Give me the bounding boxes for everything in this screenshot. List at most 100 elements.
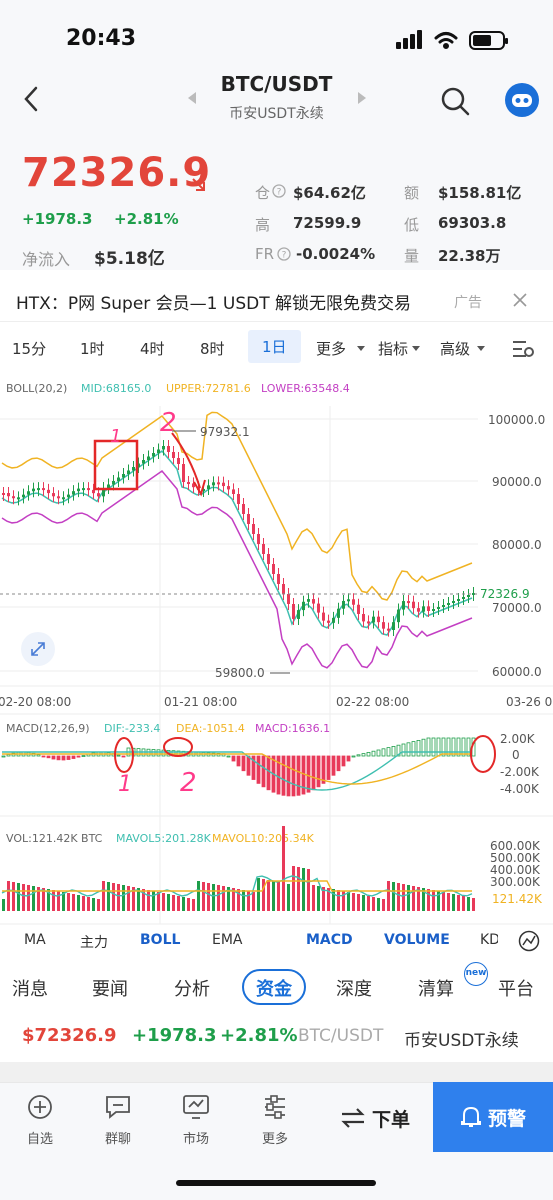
indicator-main-force[interactable]: 主力: [80, 932, 108, 952]
tab-1h[interactable]: 1时: [80, 338, 105, 359]
y-tick: 60000.0: [492, 665, 542, 679]
candle: [312, 599, 315, 604]
candle: [447, 603, 450, 605]
footer-change: +1978.3: [132, 1025, 217, 1046]
chart-settings-icon[interactable]: [512, 338, 536, 360]
macd-bar: [381, 748, 386, 757]
search-icon[interactable]: [440, 86, 470, 116]
footer-change-pct: +2.81%: [220, 1025, 298, 1046]
candle: [212, 482, 215, 486]
macd-bar: [376, 749, 381, 757]
candle: [47, 489, 50, 494]
volume-bar: [162, 893, 165, 911]
tab-4h[interactable]: 4时: [140, 338, 165, 359]
volume-bar: [282, 826, 285, 911]
volume-bar: [167, 894, 170, 911]
info-tab-news[interactable]: 消息: [12, 975, 48, 1001]
macd-bar: [46, 755, 51, 759]
macd-bar: [246, 755, 251, 776]
candle: [412, 601, 415, 609]
info-tab-funds[interactable]: 资金: [256, 975, 292, 1001]
nav-watchlist[interactable]: 自选: [10, 1128, 70, 1147]
macd-bar: [116, 754, 121, 757]
macd-annot-label-1: 1: [118, 772, 132, 797]
macd-bar: [266, 755, 271, 791]
info-tab-analysis[interactable]: 分析: [174, 975, 210, 1001]
chevron-down-icon: [357, 346, 365, 351]
candle: [42, 488, 45, 491]
chevron-down-icon: [412, 346, 420, 351]
annotation-label-2: 2: [160, 408, 177, 438]
candle: [267, 554, 270, 564]
indicator-boll[interactable]: BOLL: [140, 932, 180, 948]
macd-bar: [51, 755, 56, 760]
indicator-volume[interactable]: VOLUME: [384, 932, 450, 948]
candle: [72, 491, 75, 495]
tab-15m[interactable]: 15分: [12, 338, 46, 359]
vol-label: VOL:121.42K BTC: [6, 832, 103, 845]
volume-bar: [337, 890, 340, 911]
volume-bar: [12, 882, 15, 911]
indicator-kd[interactable]: KD: [480, 932, 498, 948]
candle: [302, 601, 305, 611]
chart-type-icon[interactable]: [518, 930, 540, 952]
macd-y-tick: 2.00K: [500, 732, 536, 746]
candle: [17, 497, 20, 500]
macd-bar: [341, 755, 346, 767]
macd-bar: [121, 755, 126, 758]
volume-bar: [472, 898, 475, 911]
macd-dea: DEA:-1051.4: [176, 722, 245, 735]
volume-bar: [362, 895, 365, 911]
info-tab-liquidation[interactable]: 清算: [418, 975, 454, 1001]
volume-bar: [277, 882, 280, 911]
sliders-icon[interactable]: [262, 1094, 288, 1120]
chat-icon[interactable]: [104, 1094, 132, 1120]
next-pair-icon[interactable]: [356, 90, 368, 106]
robot-avatar-icon[interactable]: [504, 82, 540, 118]
candle: [117, 477, 120, 481]
macd-bar: [281, 755, 286, 796]
arrow-down-right-icon: [192, 178, 205, 191]
indicator-ema[interactable]: EMA: [212, 932, 243, 948]
candle: [377, 616, 380, 623]
kline-chart[interactable]: BOLL(20,2) MID:68165.0 UPPER:72781.6 LOW…: [0, 376, 553, 928]
volume-bar: [207, 883, 210, 911]
high-label: 高: [255, 216, 271, 234]
candle: [392, 622, 395, 630]
pair-title: BTC/USDT: [220, 72, 333, 96]
candle: [217, 482, 220, 485]
oi-value: $64.62亿: [293, 184, 366, 202]
candle: [327, 620, 330, 623]
wifi-icon: [434, 32, 458, 49]
nav-group-chat[interactable]: 群聊: [88, 1128, 148, 1147]
candle: [407, 601, 410, 604]
nav-more[interactable]: 更多: [245, 1128, 305, 1147]
close-icon[interactable]: [512, 292, 528, 308]
tab-8h[interactable]: 8时: [200, 338, 225, 359]
indicator-macd[interactable]: MACD: [306, 932, 353, 948]
candle: [107, 484, 110, 488]
mavol5-label: MAVOL5:201.28K: [116, 832, 212, 845]
volume-bar: [192, 899, 195, 911]
indicator-ma[interactable]: MA: [24, 932, 46, 948]
monitor-chart-icon[interactable]: [182, 1094, 210, 1120]
tab-1d[interactable]: 1日: [248, 330, 301, 363]
volume-bar: [157, 892, 160, 911]
nav-market[interactable]: 市场: [166, 1128, 226, 1147]
order-button[interactable]: 下单: [372, 1105, 410, 1132]
volume-bar: [22, 884, 25, 911]
fr-value: -0.0024%: [296, 245, 376, 263]
oi-label: 仓: [255, 184, 271, 202]
tab-more[interactable]: 更多: [316, 338, 346, 359]
volume-bar: [7, 881, 10, 911]
plus-circle-icon[interactable]: [27, 1094, 53, 1120]
help-icon[interactable]: ?: [272, 184, 286, 198]
info-tab-platform[interactable]: 平台: [498, 975, 534, 1001]
help-icon[interactable]: ?: [277, 247, 291, 261]
info-tab-headlines[interactable]: 要闻: [92, 975, 128, 1001]
boll-mid-label: MID:68165.0: [81, 382, 151, 395]
info-tab-depth[interactable]: 深度: [336, 975, 372, 1001]
candle: [282, 584, 285, 594]
macd-bar: [356, 754, 361, 757]
low-mark: 59800.0: [215, 666, 265, 680]
